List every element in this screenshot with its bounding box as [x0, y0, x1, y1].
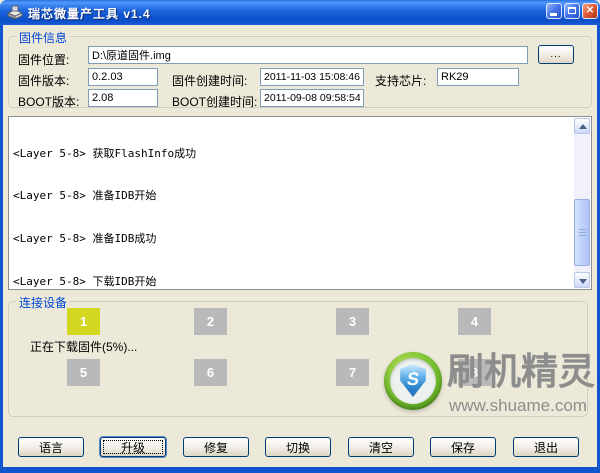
minimize-button[interactable]	[546, 3, 562, 19]
browse-button[interactable]: ...	[538, 45, 574, 64]
chip-support-label: 支持芯片:	[375, 74, 427, 88]
device-tile-5: 5	[67, 359, 100, 386]
shuame-logo-icon: S	[384, 352, 442, 410]
close-button[interactable]: ✕	[582, 3, 598, 19]
window-title: 瑞芯微量产工具 v1.4	[28, 7, 151, 21]
scrollbar-grip-icon	[579, 229, 586, 237]
repair-button[interactable]: 修复	[183, 437, 249, 457]
app-window: 瑞芯微量产工具 v1.4 ✕ 固件信息 固件位置: ... 固件版本: 固件创建…	[0, 0, 600, 473]
device-status-text: 正在下载固件(5%)...	[30, 340, 138, 354]
device-tile-4: 4	[458, 308, 491, 335]
log-line: <Layer 5-8> 准备IDB开始	[13, 189, 157, 203]
scrollbar-thumb[interactable]	[574, 199, 590, 266]
firmware-version-label: 固件版本:	[18, 74, 70, 88]
firmware-info-group-title: 固件信息	[16, 29, 71, 46]
boot-created-label: BOOT创建时间:	[172, 95, 258, 109]
exit-button[interactable]: 退出	[513, 437, 579, 457]
device-tile-7: 7	[336, 359, 369, 386]
maximize-icon	[568, 7, 576, 14]
boot-version-label: BOOT版本:	[18, 95, 80, 109]
device-tile-2: 2	[194, 308, 227, 335]
scroll-down-button[interactable]	[574, 272, 590, 288]
device-tile-6: 6	[194, 359, 227, 386]
save-button[interactable]: 保存	[430, 437, 496, 457]
firmware-created-field[interactable]	[260, 68, 364, 86]
boot-version-field[interactable]	[88, 89, 158, 107]
logo-shield-icon: S	[400, 364, 426, 397]
scroll-up-button[interactable]	[574, 118, 590, 134]
log-line: <Layer 5-8> 下载IDB开始	[13, 275, 157, 288]
firmware-location-label: 固件位置:	[18, 53, 70, 67]
language-button[interactable]: 语言	[18, 437, 84, 457]
chip-support-field[interactable]	[437, 68, 519, 86]
clear-button[interactable]: 清空	[348, 437, 414, 457]
logo-letter: S	[405, 369, 421, 389]
log-panel[interactable]: <Layer 5-8> 获取FlashInfo成功 <Layer 5-8> 准备…	[8, 116, 592, 290]
scroll-up-icon	[579, 124, 587, 129]
app-icon	[7, 5, 23, 20]
logo-inner-ring: S	[390, 358, 436, 404]
boot-created-field[interactable]	[260, 89, 364, 107]
close-icon: ✕	[585, 5, 595, 16]
log-scrollbar[interactable]	[574, 118, 590, 288]
log-line: <Layer 5-8> 获取FlashInfo成功	[13, 146, 197, 160]
log-line: <Layer 5-8> 准备IDB成功	[13, 232, 157, 246]
switch-button[interactable]: 切换	[265, 437, 331, 457]
minimize-icon	[550, 13, 557, 16]
scroll-down-icon	[579, 279, 587, 284]
maximize-button[interactable]	[564, 3, 580, 19]
firmware-created-label: 固件创建时间:	[172, 74, 248, 88]
device-tile-3: 3	[336, 308, 369, 335]
firmware-location-input[interactable]	[88, 46, 528, 64]
device-tile-1: 1	[67, 308, 100, 335]
devices-group-title: 连接设备	[16, 294, 71, 311]
upgrade-button[interactable]: 升级	[100, 437, 166, 457]
log-lines: <Layer 5-8> 获取FlashInfo成功 <Layer 5-8> 准备…	[13, 118, 571, 288]
watermark-url-text: www.shuame.com	[449, 396, 587, 415]
watermark-brand-text: 刷机精灵	[447, 351, 595, 392]
firmware-version-field[interactable]	[88, 68, 158, 86]
titlebar[interactable]: 瑞芯微量产工具 v1.4 ✕	[0, 0, 600, 25]
